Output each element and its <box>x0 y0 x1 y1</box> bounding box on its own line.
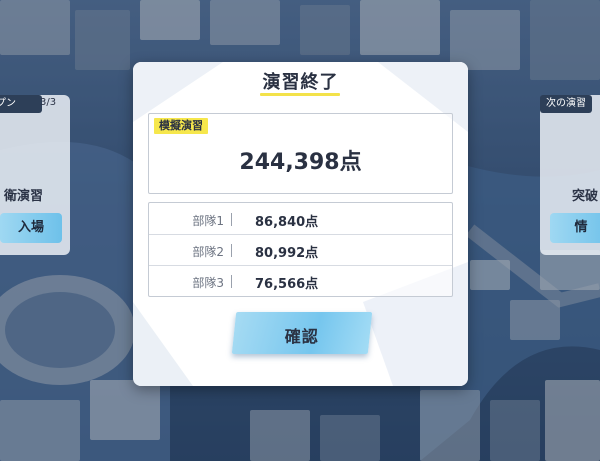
title-underline <box>260 93 340 96</box>
team-row: 部隊3 76,566点 <box>149 266 452 296</box>
row-divider <box>231 213 232 226</box>
dialog-title: 演習終了 <box>262 72 339 93</box>
team-row: 部隊1 86,840点 <box>149 204 452 235</box>
exercise-result-dialog: 演習終了 模擬演習 244,398点 部隊1 86,840点 部隊2 80,99… <box>133 62 468 386</box>
right-panel-text: 突破 <box>572 189 599 204</box>
confirm-button-label: 確認 <box>284 327 319 346</box>
left-panel-tag: プン <box>0 95 42 113</box>
confirm-button[interactable]: 確認 <box>231 312 373 354</box>
left-panel-counter: 3/3 <box>40 97 57 108</box>
team-row: 部隊2 80,992点 <box>149 235 452 266</box>
team-name: 部隊1 <box>192 214 224 228</box>
total-score-panel: 模擬演習 244,398点 <box>148 113 453 194</box>
right-info-button[interactable]: 情 <box>550 213 600 243</box>
team-scores-panel: 部隊1 86,840点 部隊2 80,992点 部隊3 76,566点 <box>148 202 453 297</box>
right-panel-tag: 次の演習 <box>540 95 592 113</box>
left-panel-text: 衛演習 <box>4 189 44 204</box>
total-score: 244,398点 <box>239 150 362 175</box>
exercise-type-badge: 模擬演習 <box>154 118 208 134</box>
left-stage-panel: プン 3/3 衛演習 入場 <box>0 95 70 255</box>
right-stage-panel: 次の演習 突破 情 <box>540 95 600 255</box>
team-score: 86,840点 <box>255 215 319 230</box>
left-enter-button[interactable]: 入場 <box>0 213 62 243</box>
row-divider <box>231 244 232 257</box>
team-name: 部隊2 <box>192 245 224 259</box>
team-score: 80,992点 <box>255 246 319 261</box>
team-score: 76,566点 <box>255 277 319 292</box>
row-divider <box>231 275 232 288</box>
team-name: 部隊3 <box>192 276 224 290</box>
